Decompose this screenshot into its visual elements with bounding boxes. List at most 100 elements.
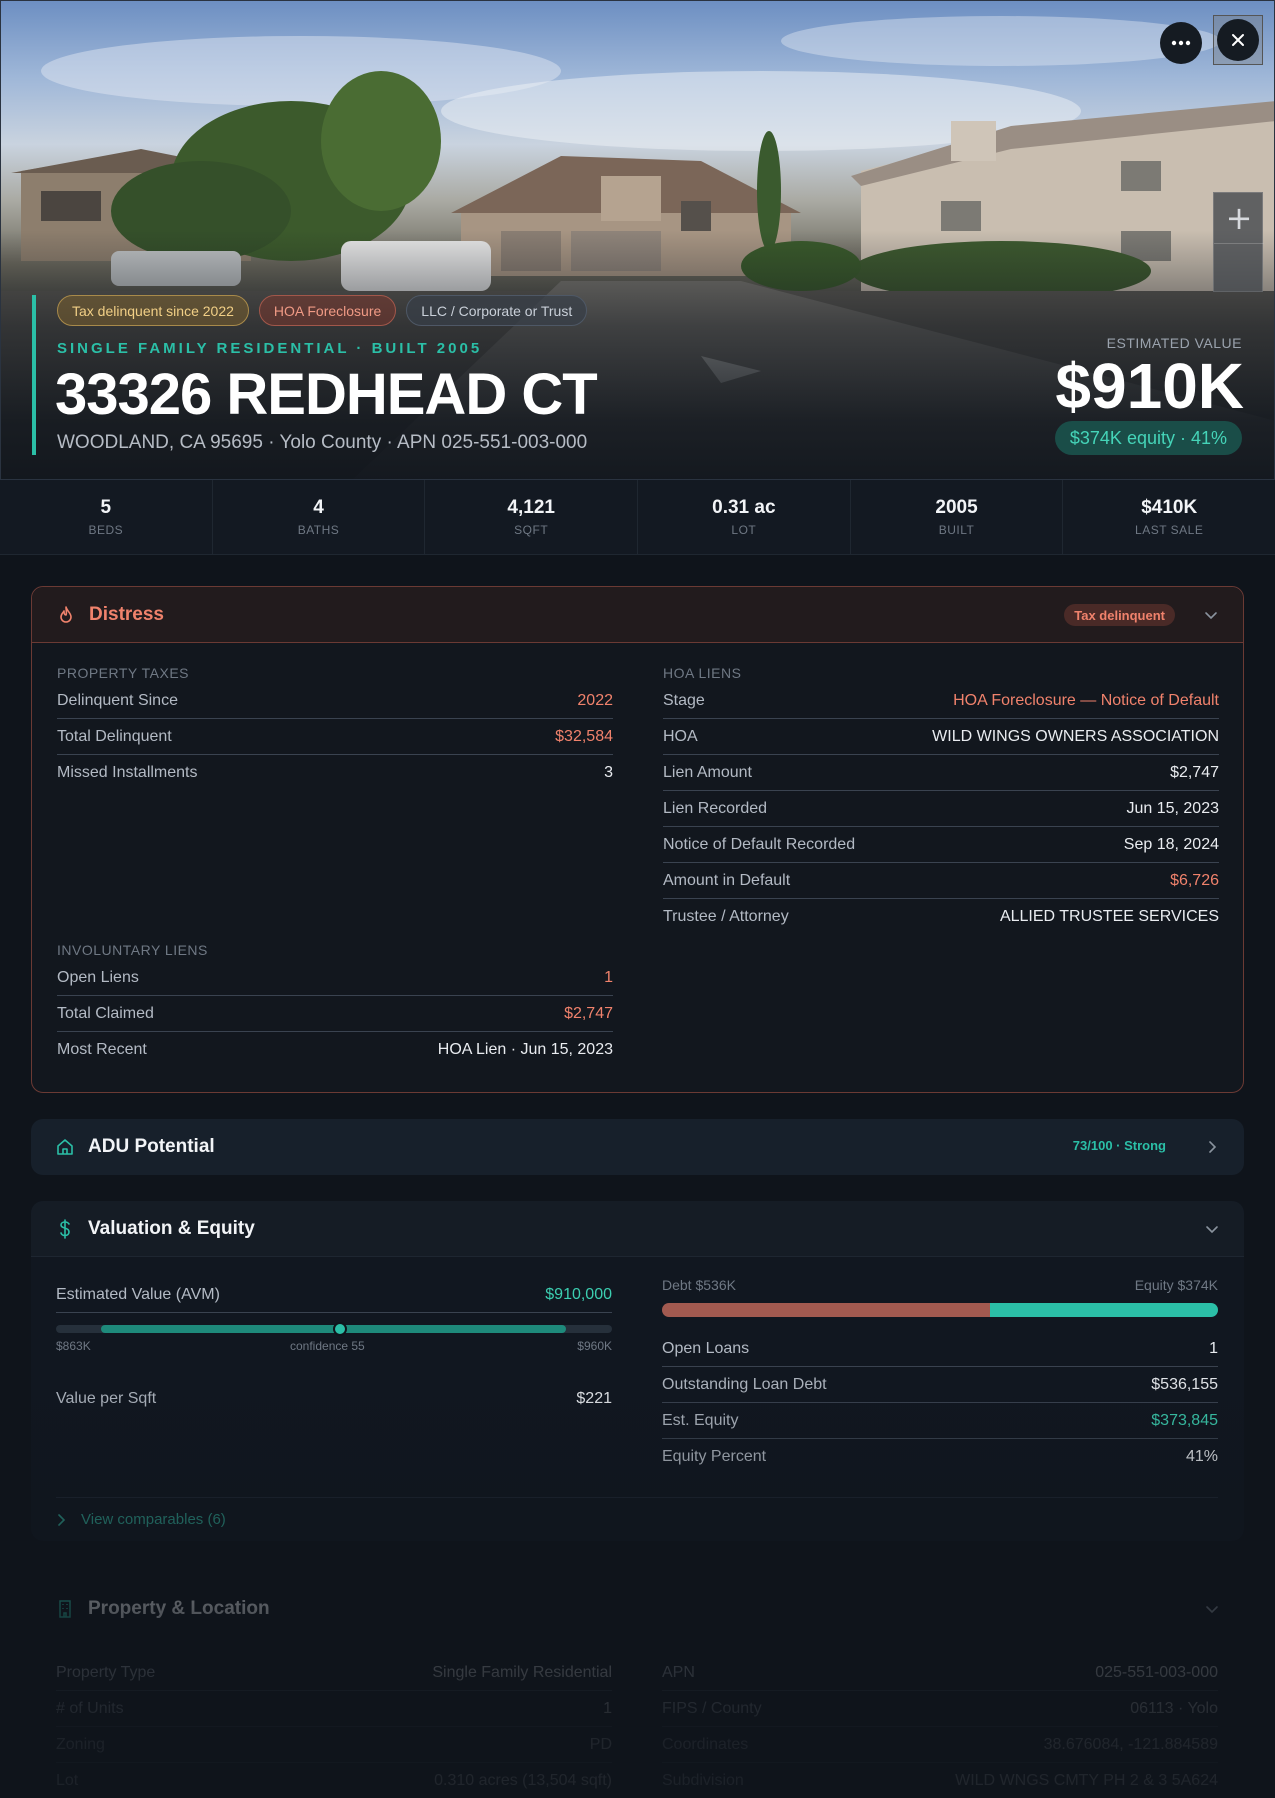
row-key: Estimated Value (AVM)	[56, 1285, 220, 1303]
valuation-header[interactable]: Valuation & Equity	[31, 1201, 1244, 1257]
row-key: FIPS / County	[662, 1699, 762, 1717]
property-details-left: Property Type Single Family Residential #…	[56, 1655, 612, 1798]
range-high: $960K	[577, 1339, 612, 1353]
valuation-equity-section: Valuation & Equity Estimated Value (AVM)…	[31, 1201, 1244, 1541]
row-key: Total Delinquent	[57, 727, 172, 745]
property-details-right: APN 025-551-003-000 FIPS / County 06113 · …	[662, 1655, 1218, 1798]
table-row: APN 025-551-003-000	[662, 1655, 1218, 1691]
table-row: Total Claimed $2,747	[57, 996, 613, 1032]
stat-lot: 0.31 ac LOT	[638, 480, 851, 554]
table-row: Open Liens 1	[57, 960, 613, 996]
stat-value: 2005	[935, 497, 978, 518]
table-row: Missed Installments 3	[57, 755, 613, 791]
row-value: 2022	[577, 691, 613, 709]
row-value: 41%	[1185, 1448, 1218, 1465]
chevron-down-icon[interactable]	[1204, 1601, 1220, 1617]
row-value: $2,747	[1170, 763, 1219, 781]
row-value: Jun 15, 2023	[1126, 799, 1219, 817]
property-location-section: Property & Location Property Type Single …	[31, 1581, 1244, 1798]
stat-beds: 5 BEDS	[0, 480, 213, 554]
owner-type-badge: LLC / Corporate or Trust	[406, 295, 588, 326]
row-value: HOA Lien · Jun 15, 2023	[437, 1041, 613, 1058]
table-row: Zoning PD	[56, 1727, 612, 1763]
stat-label: BUILT	[938, 523, 975, 537]
row-value: 0.310 acres (13,504 sqft)	[434, 1772, 612, 1789]
chevron-down-icon[interactable]	[1203, 607, 1219, 623]
debt-segment	[662, 1303, 991, 1317]
row-key: Most Recent	[57, 1041, 147, 1058]
table-row: Open Loans 1	[662, 1331, 1218, 1367]
row-value: PD	[589, 1735, 612, 1753]
range-low: $863K	[56, 1339, 91, 1353]
table-row: Delinquent Since 2022	[57, 683, 613, 719]
chevron-right-icon[interactable]	[1204, 1139, 1220, 1155]
row-value: 1	[1209, 1339, 1218, 1357]
row-value: Sep 18, 2024	[1123, 835, 1219, 853]
stat-sqft: 4,121 SQFT	[425, 480, 639, 554]
zoom-in-button[interactable]: +	[1214, 193, 1264, 243]
value-per-sqft-row: Value per Sqft $221	[56, 1381, 612, 1417]
row-value: WILD WNGS CMTY PH 2 & 3 5A624	[955, 1772, 1218, 1789]
close-button[interactable]	[1217, 19, 1259, 61]
table-row: Equity Percent 41%	[662, 1439, 1218, 1475]
row-value: $910,000	[545, 1285, 612, 1303]
range-marker	[333, 1322, 347, 1336]
row-value: $221	[576, 1390, 612, 1407]
property-location-header[interactable]: Property & Location	[31, 1581, 1244, 1637]
table-row: Lien Recorded Jun 15, 2023	[663, 791, 1219, 827]
row-key: Total Claimed	[57, 1004, 154, 1022]
view-comparables-link[interactable]: View comparables (6)	[57, 1511, 226, 1528]
ellipsis-icon	[1171, 40, 1191, 46]
equity-segment	[990, 1303, 1218, 1317]
home-icon	[57, 1139, 73, 1155]
row-value: Single Family Residential	[432, 1663, 612, 1681]
row-key: APN	[662, 1663, 695, 1681]
table-row: Amount in Default $6,726	[663, 863, 1219, 899]
stat-label: LOT	[731, 523, 757, 537]
row-value: WILD WINGS OWNERS ASSOCIATION	[932, 727, 1219, 745]
row-value: HOA Foreclosure — Notice of Default	[953, 691, 1219, 709]
avm-confidence-range	[56, 1322, 612, 1336]
distress-header[interactable]: Distress Tax delinquent	[32, 587, 1243, 643]
row-key: Delinquent Since	[57, 691, 178, 709]
adu-potential-section[interactable]: ADU Potential 73/100 · Strong	[31, 1119, 1244, 1175]
property-address: 33326 REDHEAD CT	[55, 362, 598, 427]
view-comparables-label: View comparables (6)	[81, 1511, 226, 1528]
row-key: Lot	[56, 1772, 79, 1789]
stat-label: BATHS	[297, 523, 340, 537]
row-value: $373,845	[1151, 1411, 1218, 1429]
more-options-button[interactable]	[1160, 22, 1202, 64]
row-key: Coordinates	[662, 1735, 749, 1753]
accent-bar	[32, 295, 36, 455]
adu-header[interactable]: ADU Potential 73/100 · Strong	[31, 1119, 1244, 1175]
range-labels: $863K confidence 55 $960K	[56, 1339, 612, 1355]
row-value: 3	[604, 764, 613, 781]
chevron-down-icon[interactable]	[1204, 1221, 1220, 1237]
close-button-frame[interactable]	[1213, 15, 1263, 65]
debt-equity-bar	[662, 1303, 1218, 1317]
hoa-liens-group: HOA LIENS Stage HOA Foreclosure — Notice …	[663, 665, 1219, 935]
table-row: Trustee / Attorney ALLIED TRUSTEE SERVICE…	[663, 899, 1219, 935]
stats-bar: 5 BEDS 4 BATHS 4,121 SQFT 0.31 ac LOT 2005 BU…	[0, 480, 1275, 555]
avm-row: Estimated Value (AVM) $910,000	[56, 1277, 612, 1313]
row-key: Equity Percent	[662, 1448, 767, 1465]
stat-built: 2005 BUILT	[851, 480, 1064, 554]
row-value: 38.676084, -121.884589	[1043, 1735, 1218, 1753]
building-icon	[59, 1600, 71, 1618]
close-icon	[1232, 34, 1244, 46]
table-row: Lien Amount $2,747	[663, 755, 1219, 791]
table-row: Property Type Single Family Residential	[56, 1655, 612, 1691]
debt-label: Debt $536K	[662, 1277, 736, 1293]
plus-icon: +	[1225, 199, 1253, 237]
row-key: Amount in Default	[663, 871, 791, 889]
equity-label: Equity $374K	[1134, 1277, 1218, 1293]
map-zoom-control: +	[1213, 192, 1264, 292]
row-key: HOA	[663, 727, 698, 745]
dollar-icon	[60, 1219, 70, 1239]
row-key: Open Loans	[662, 1339, 750, 1357]
table-row: Coordinates 38.676084, -121.884589	[662, 1727, 1218, 1763]
distress-title: Distress	[89, 603, 164, 625]
row-key: # of Units	[56, 1699, 124, 1717]
row-value: ALLIED TRUSTEE SERVICES	[999, 908, 1219, 925]
table-row: Outstanding Loan Debt $536,155	[662, 1367, 1218, 1403]
